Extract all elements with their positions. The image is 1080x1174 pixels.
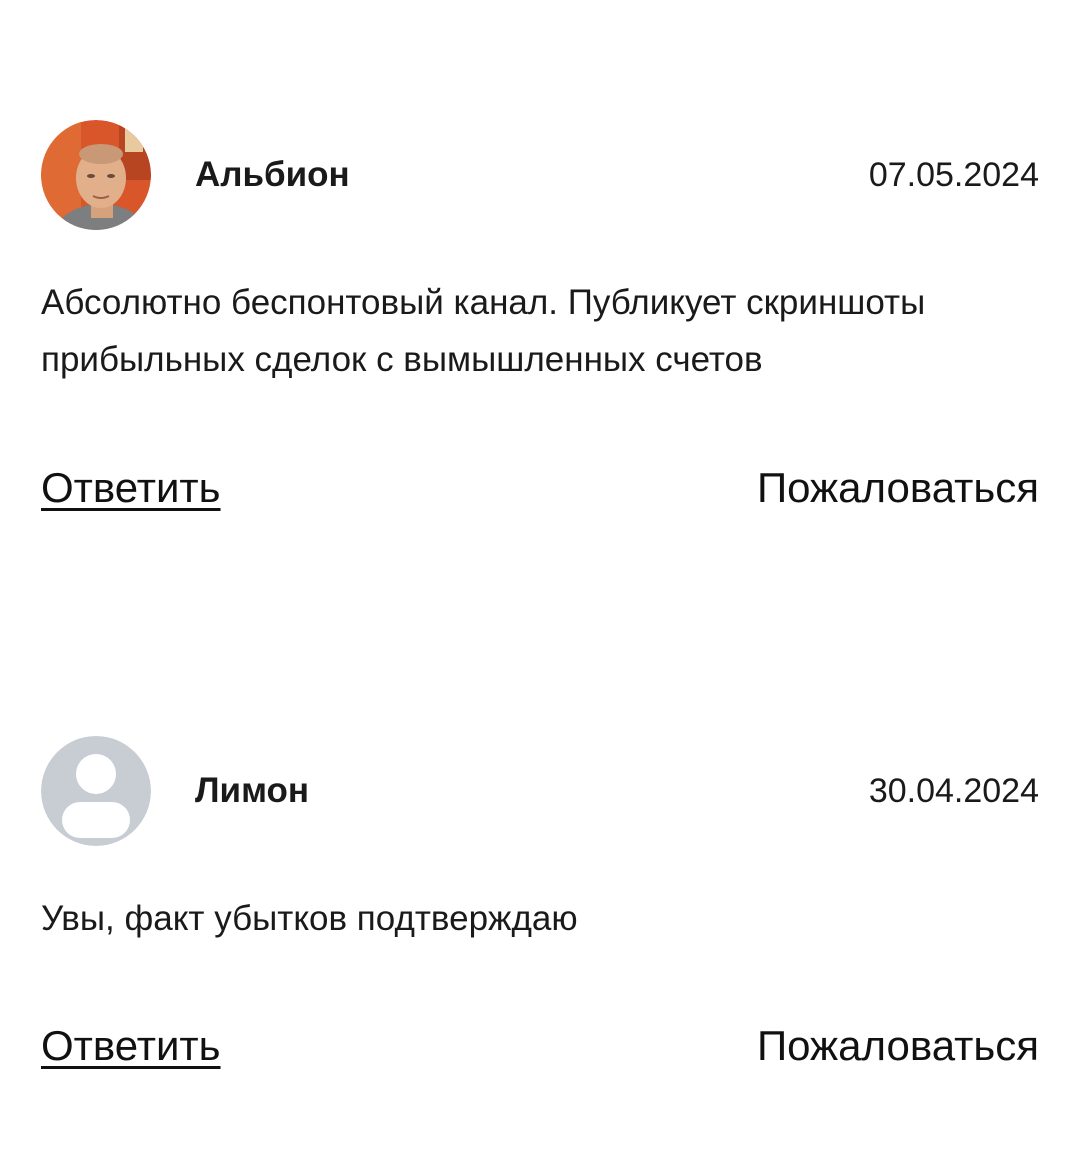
reply-link[interactable]: Ответить xyxy=(41,463,221,513)
user-photo-icon xyxy=(41,120,151,230)
comment-text: Абсолютно беспонтовый канал. Публикует с… xyxy=(41,274,1041,388)
report-link[interactable]: Пожаловаться xyxy=(757,463,1039,513)
comment-date: 07.05.2024 xyxy=(868,156,1039,194)
avatar[interactable] xyxy=(41,120,151,230)
comment-text-line: прибыльных сделок с вымышленных счетов xyxy=(41,340,763,379)
reply-link[interactable]: Ответить xyxy=(41,1021,221,1071)
comment-text: Увы, факт убытков подтверждаю xyxy=(41,890,1041,947)
comment-date: 30.04.2024 xyxy=(868,772,1039,810)
avatar[interactable] xyxy=(41,736,151,846)
comment-author: Альбион xyxy=(195,155,350,194)
comment-text-line: Абсолютно беспонтовый канал. Публикует с… xyxy=(41,283,926,322)
default-user-icon xyxy=(41,736,151,846)
report-link[interactable]: Пожаловаться xyxy=(757,1021,1039,1071)
comment-text-line: Увы, факт убытков подтверждаю xyxy=(41,899,578,938)
comment-author: Лимон xyxy=(195,771,310,810)
